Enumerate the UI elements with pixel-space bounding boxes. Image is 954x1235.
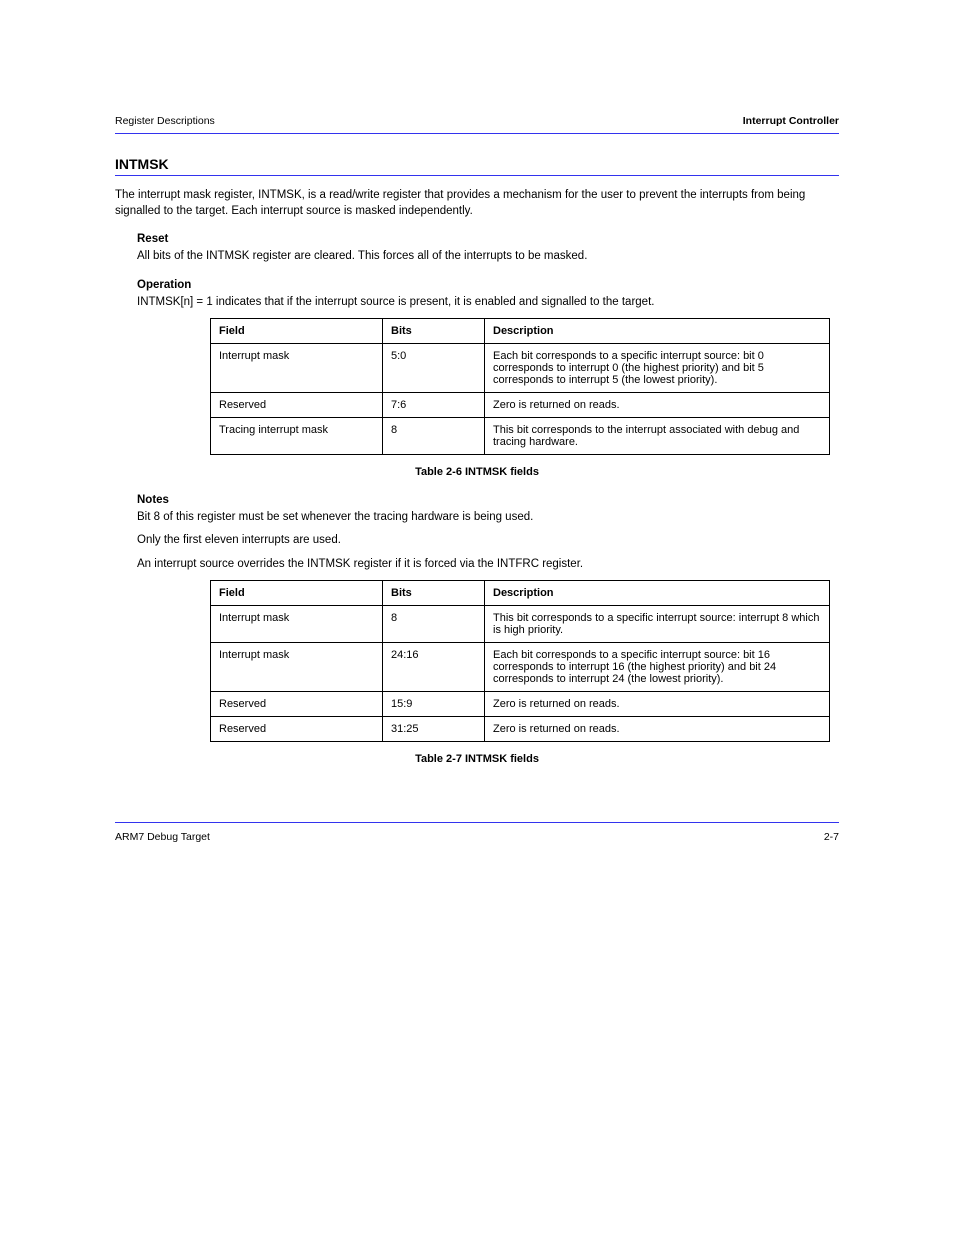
table-cell: Tracing interrupt mask: [211, 418, 383, 455]
section-heading: INTMSK: [115, 156, 839, 172]
section-divider: [115, 175, 839, 176]
note-item: Only the first eleven interrupts are use…: [137, 533, 839, 549]
table-cell: Zero is returned on reads.: [485, 393, 830, 418]
table-cell: 5:0: [383, 344, 485, 393]
intmsk-table-2: Field Bits Description Interrupt mask 8 …: [210, 580, 830, 742]
page-header: Register Descriptions Interrupt Controll…: [115, 115, 839, 127]
table-cell: Zero is returned on reads.: [485, 717, 830, 742]
page-footer: ARM7 Debug Target 2-7: [115, 831, 839, 843]
table-row: Interrupt mask 8 This bit corresponds to…: [211, 606, 830, 643]
table-header-bits: Bits: [383, 581, 485, 606]
operation-label: Operation: [137, 279, 839, 291]
notes-label: Notes: [137, 494, 839, 506]
intro-text: The interrupt mask register, INTMSK, is …: [115, 188, 839, 219]
table-header-desc: Description: [485, 581, 830, 606]
reset-text: All bits of the INTMSK register are clea…: [137, 249, 839, 265]
footer-right: 2-7: [824, 831, 839, 843]
table-cell: Each bit corresponds to a specific inter…: [485, 344, 830, 393]
table-row: Reserved 7:6 Zero is returned on reads.: [211, 393, 830, 418]
table-cell: 24:16: [383, 643, 485, 692]
table-cell: Zero is returned on reads.: [485, 692, 830, 717]
table-cell: This bit corresponds to the interrupt as…: [485, 418, 830, 455]
table-cell: This bit corresponds to a specific inter…: [485, 606, 830, 643]
note-item: Bit 8 of this register must be set whene…: [137, 510, 839, 526]
header-right: Interrupt Controller: [743, 115, 839, 127]
table-cell: Interrupt mask: [211, 643, 383, 692]
note-item: An interrupt source overrides the INTMSK…: [137, 557, 839, 573]
table-cell: 15:9: [383, 692, 485, 717]
header-left: Register Descriptions: [115, 115, 215, 127]
table-header-field: Field: [211, 581, 383, 606]
operation-text: INTMSK[n] = 1 indicates that if the inte…: [137, 295, 839, 311]
table-cell: Reserved: [211, 692, 383, 717]
footer-left: ARM7 Debug Target: [115, 831, 210, 843]
table-2-caption: Table 2-7 INTMSK fields: [115, 752, 839, 767]
table-cell: Reserved: [211, 393, 383, 418]
table-row: Interrupt mask 24:16 Each bit correspond…: [211, 643, 830, 692]
table-cell: Interrupt mask: [211, 344, 383, 393]
reset-label: Reset: [137, 233, 839, 245]
table-1-caption: Table 2-6 INTMSK fields: [115, 465, 839, 480]
table-cell: 8: [383, 418, 485, 455]
table-cell: 31:25: [383, 717, 485, 742]
footer-divider: [115, 822, 839, 823]
table-cell: 8: [383, 606, 485, 643]
table-row: Tracing interrupt mask 8 This bit corres…: [211, 418, 830, 455]
table-cell: Reserved: [211, 717, 383, 742]
table-header-field: Field: [211, 319, 383, 344]
table-cell: Each bit corresponds to a specific inter…: [485, 643, 830, 692]
table-header-row: Field Bits Description: [211, 581, 830, 606]
table-row: Reserved 31:25 Zero is returned on reads…: [211, 717, 830, 742]
table-cell: Interrupt mask: [211, 606, 383, 643]
table-header-row: Field Bits Description: [211, 319, 830, 344]
intmsk-table-1: Field Bits Description Interrupt mask 5:…: [210, 318, 830, 455]
header-divider: [115, 133, 839, 134]
table-row: Interrupt mask 5:0 Each bit corresponds …: [211, 344, 830, 393]
table-1-container: Field Bits Description Interrupt mask 5:…: [210, 318, 819, 455]
table-2-container: Field Bits Description Interrupt mask 8 …: [210, 580, 819, 742]
table-header-bits: Bits: [383, 319, 485, 344]
table-row: Reserved 15:9 Zero is returned on reads.: [211, 692, 830, 717]
table-header-desc: Description: [485, 319, 830, 344]
table-cell: 7:6: [383, 393, 485, 418]
